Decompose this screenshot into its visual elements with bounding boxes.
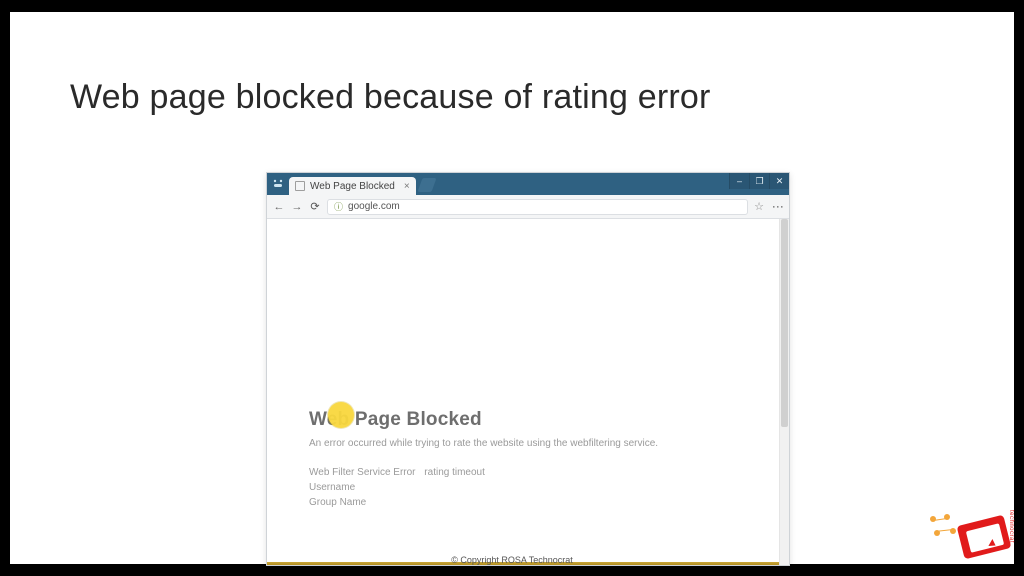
detail-label: Web Filter Service Error — [309, 467, 416, 478]
viewport: Web Page Blocked An error occurred while… — [267, 219, 789, 565]
address-bar[interactable]: ⓘ google.com — [327, 199, 748, 215]
tab-active[interactable]: Web Page Blocked × — [289, 177, 416, 195]
new-tab-button[interactable] — [417, 178, 436, 192]
menu-dots-icon[interactable]: ⋮ — [775, 201, 780, 212]
toolbar: ← → ⟳ ⓘ google.com ☆ ⋮ — [267, 195, 789, 219]
detail-value: rating timeout — [424, 467, 485, 478]
detail-line-error: Web Filter Service Error rating timeout — [309, 467, 743, 478]
bookmark-star-icon[interactable]: ☆ — [754, 200, 764, 213]
back-button[interactable]: ← — [273, 201, 285, 213]
browser-window: Web Page Blocked × – ❐ ✕ ← → ⟳ ⓘ google.… — [266, 172, 790, 566]
detail-line-username: Username — [309, 482, 743, 493]
maximize-button[interactable]: ❐ — [749, 173, 769, 189]
slide: Web page blocked because of rating error… — [10, 12, 1014, 564]
tab-close-icon[interactable]: × — [404, 181, 410, 192]
brand-dots-icon — [930, 514, 960, 544]
detail-line-group: Group Name — [309, 497, 743, 508]
os-icon — [270, 176, 286, 192]
blocked-description: An error occurred while trying to rate t… — [309, 437, 689, 451]
scrollbar[interactable] — [779, 219, 789, 565]
scrollbar-thumb[interactable] — [781, 219, 788, 427]
site-info-icon[interactable]: ⓘ — [334, 200, 343, 213]
url-text: google.com — [348, 201, 400, 212]
forward-button[interactable]: → — [291, 201, 303, 213]
window-controls: – ❐ ✕ — [729, 173, 789, 189]
slide-title: Web page blocked because of rating error — [70, 78, 711, 117]
blocked-panel: Web Page Blocked An error occurred while… — [309, 409, 743, 512]
blocked-heading: Web Page Blocked — [309, 409, 743, 431]
tab-label: Web Page Blocked — [310, 181, 395, 192]
blocked-details: Web Filter Service Error rating timeout … — [309, 467, 743, 508]
favicon-icon — [295, 181, 305, 191]
cursor-highlight-icon — [328, 402, 354, 428]
reload-button[interactable]: ⟳ — [309, 201, 321, 213]
minimize-button[interactable]: – — [729, 173, 749, 189]
close-window-button[interactable]: ✕ — [769, 173, 789, 189]
brand-text: technocrat — [1008, 510, 1014, 543]
copyright-text: © Copyright ROSA Technocrat — [451, 555, 573, 565]
brand-logo: technocrat — [924, 500, 1014, 564]
titlebar[interactable]: Web Page Blocked × – ❐ ✕ — [267, 173, 789, 195]
